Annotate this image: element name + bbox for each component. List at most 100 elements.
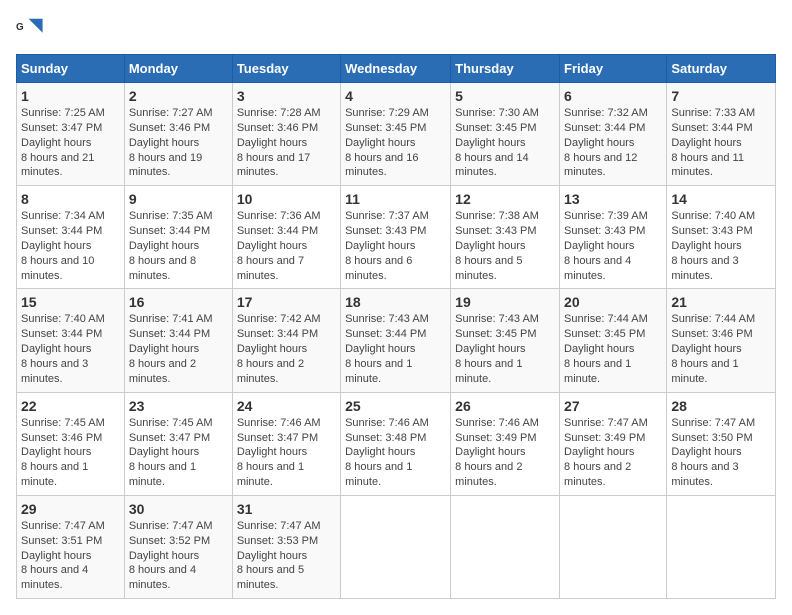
daylight-label: Daylight hours xyxy=(564,240,634,252)
day-info: Sunrise: 7:33 AM Sunset: 3:44 PM Dayligh… xyxy=(671,106,771,180)
daylight-label: Daylight hours xyxy=(345,137,415,149)
calendar-cell: 31 Sunrise: 7:47 AM Sunset: 3:53 PM Dayl… xyxy=(232,495,340,598)
logo-icon: G xyxy=(16,16,44,44)
svg-text:G: G xyxy=(16,22,24,33)
daylight-value: 8 hours and 4 minutes. xyxy=(564,255,631,282)
calendar-cell: 14 Sunrise: 7:40 AM Sunset: 3:43 PM Dayl… xyxy=(667,186,776,289)
sunset-label: Sunset: 3:44 PM xyxy=(21,225,102,237)
day-number: 30 xyxy=(129,501,228,517)
sunset-label: Sunset: 3:44 PM xyxy=(345,328,426,340)
daylight-value: 8 hours and 4 minutes. xyxy=(21,564,88,591)
daylight-label: Daylight hours xyxy=(345,343,415,355)
header-wednesday: Wednesday xyxy=(341,55,451,83)
sunrise-label: Sunrise: 7:45 AM xyxy=(129,417,213,429)
calendar-cell: 27 Sunrise: 7:47 AM Sunset: 3:49 PM Dayl… xyxy=(560,392,667,495)
logo: G xyxy=(16,16,46,44)
sunset-label: Sunset: 3:43 PM xyxy=(564,225,645,237)
sunset-label: Sunset: 3:46 PM xyxy=(129,122,210,134)
sunset-label: Sunset: 3:44 PM xyxy=(237,328,318,340)
sunset-label: Sunset: 3:43 PM xyxy=(345,225,426,237)
day-number: 27 xyxy=(564,398,662,414)
calendar-cell: 24 Sunrise: 7:46 AM Sunset: 3:47 PM Dayl… xyxy=(232,392,340,495)
sunrise-label: Sunrise: 7:47 AM xyxy=(564,417,648,429)
sunrise-label: Sunrise: 7:47 AM xyxy=(237,520,321,532)
sunset-label: Sunset: 3:49 PM xyxy=(564,432,645,444)
calendar-cell: 2 Sunrise: 7:27 AM Sunset: 3:46 PM Dayli… xyxy=(124,83,232,186)
daylight-value: 8 hours and 2 minutes. xyxy=(129,358,196,385)
daylight-value: 8 hours and 2 minutes. xyxy=(455,461,522,488)
daylight-value: 8 hours and 21 minutes. xyxy=(21,152,94,179)
calendar-cell: 3 Sunrise: 7:28 AM Sunset: 3:46 PM Dayli… xyxy=(232,83,340,186)
day-info: Sunrise: 7:46 AM Sunset: 3:49 PM Dayligh… xyxy=(455,416,555,490)
day-info: Sunrise: 7:45 AM Sunset: 3:46 PM Dayligh… xyxy=(21,416,120,490)
daylight-label: Daylight hours xyxy=(21,240,91,252)
day-number: 16 xyxy=(129,294,228,310)
daylight-value: 8 hours and 8 minutes. xyxy=(129,255,196,282)
day-info: Sunrise: 7:34 AM Sunset: 3:44 PM Dayligh… xyxy=(21,209,120,283)
daylight-value: 8 hours and 14 minutes. xyxy=(455,152,528,179)
daylight-value: 8 hours and 3 minutes. xyxy=(21,358,88,385)
sunrise-label: Sunrise: 7:45 AM xyxy=(21,417,105,429)
daylight-value: 8 hours and 1 minute. xyxy=(671,358,738,385)
calendar-cell: 1 Sunrise: 7:25 AM Sunset: 3:47 PM Dayli… xyxy=(17,83,125,186)
daylight-label: Daylight hours xyxy=(455,446,525,458)
day-number: 10 xyxy=(237,191,336,207)
sunrise-label: Sunrise: 7:37 AM xyxy=(345,210,429,222)
day-number: 19 xyxy=(455,294,555,310)
daylight-label: Daylight hours xyxy=(129,137,199,149)
calendar-cell: 7 Sunrise: 7:33 AM Sunset: 3:44 PM Dayli… xyxy=(667,83,776,186)
calendar-cell: 10 Sunrise: 7:36 AM Sunset: 3:44 PM Dayl… xyxy=(232,186,340,289)
sunrise-label: Sunrise: 7:47 AM xyxy=(671,417,755,429)
daylight-value: 8 hours and 2 minutes. xyxy=(237,358,304,385)
daylight-label: Daylight hours xyxy=(237,240,307,252)
daylight-label: Daylight hours xyxy=(237,343,307,355)
daylight-value: 8 hours and 1 minute. xyxy=(237,461,304,488)
calendar-cell: 23 Sunrise: 7:45 AM Sunset: 3:47 PM Dayl… xyxy=(124,392,232,495)
sunrise-label: Sunrise: 7:46 AM xyxy=(455,417,539,429)
sunset-label: Sunset: 3:44 PM xyxy=(564,122,645,134)
daylight-value: 8 hours and 11 minutes. xyxy=(671,152,744,179)
header-monday: Monday xyxy=(124,55,232,83)
day-number: 3 xyxy=(237,88,336,104)
day-number: 2 xyxy=(129,88,228,104)
daylight-value: 8 hours and 1 minute. xyxy=(129,461,196,488)
sunrise-label: Sunrise: 7:34 AM xyxy=(21,210,105,222)
day-info: Sunrise: 7:45 AM Sunset: 3:47 PM Dayligh… xyxy=(129,416,228,490)
day-number: 6 xyxy=(564,88,662,104)
day-number: 20 xyxy=(564,294,662,310)
day-info: Sunrise: 7:27 AM Sunset: 3:46 PM Dayligh… xyxy=(129,106,228,180)
sunrise-label: Sunrise: 7:42 AM xyxy=(237,313,321,325)
calendar-cell: 16 Sunrise: 7:41 AM Sunset: 3:44 PM Dayl… xyxy=(124,289,232,392)
sunset-label: Sunset: 3:44 PM xyxy=(129,225,210,237)
sunset-label: Sunset: 3:53 PM xyxy=(237,535,318,547)
calendar-cell: 5 Sunrise: 7:30 AM Sunset: 3:45 PM Dayli… xyxy=(451,83,560,186)
day-info: Sunrise: 7:44 AM Sunset: 3:46 PM Dayligh… xyxy=(671,312,771,386)
daylight-label: Daylight hours xyxy=(671,240,741,252)
daylight-value: 8 hours and 1 minute. xyxy=(564,358,631,385)
day-number: 4 xyxy=(345,88,446,104)
day-info: Sunrise: 7:30 AM Sunset: 3:45 PM Dayligh… xyxy=(455,106,555,180)
sunrise-label: Sunrise: 7:47 AM xyxy=(129,520,213,532)
day-info: Sunrise: 7:47 AM Sunset: 3:50 PM Dayligh… xyxy=(671,416,771,490)
sunset-label: Sunset: 3:43 PM xyxy=(671,225,752,237)
daylight-label: Daylight hours xyxy=(21,446,91,458)
sunrise-label: Sunrise: 7:40 AM xyxy=(21,313,105,325)
daylight-value: 8 hours and 3 minutes. xyxy=(671,255,738,282)
calendar-cell: 4 Sunrise: 7:29 AM Sunset: 3:45 PM Dayli… xyxy=(341,83,451,186)
sunset-label: Sunset: 3:49 PM xyxy=(455,432,536,444)
daylight-value: 8 hours and 17 minutes. xyxy=(237,152,310,179)
daylight-value: 8 hours and 1 minute. xyxy=(345,358,412,385)
daylight-label: Daylight hours xyxy=(21,343,91,355)
daylight-value: 8 hours and 1 minute. xyxy=(345,461,412,488)
sunset-label: Sunset: 3:45 PM xyxy=(455,328,536,340)
daylight-value: 8 hours and 12 minutes. xyxy=(564,152,637,179)
day-info: Sunrise: 7:37 AM Sunset: 3:43 PM Dayligh… xyxy=(345,209,446,283)
daylight-value: 8 hours and 7 minutes. xyxy=(237,255,304,282)
calendar-cell: 12 Sunrise: 7:38 AM Sunset: 3:43 PM Dayl… xyxy=(451,186,560,289)
sunset-label: Sunset: 3:50 PM xyxy=(671,432,752,444)
day-info: Sunrise: 7:42 AM Sunset: 3:44 PM Dayligh… xyxy=(237,312,336,386)
calendar-cell: 22 Sunrise: 7:45 AM Sunset: 3:46 PM Dayl… xyxy=(17,392,125,495)
day-number: 7 xyxy=(671,88,771,104)
calendar-cell xyxy=(667,495,776,598)
calendar-cell: 15 Sunrise: 7:40 AM Sunset: 3:44 PM Dayl… xyxy=(17,289,125,392)
